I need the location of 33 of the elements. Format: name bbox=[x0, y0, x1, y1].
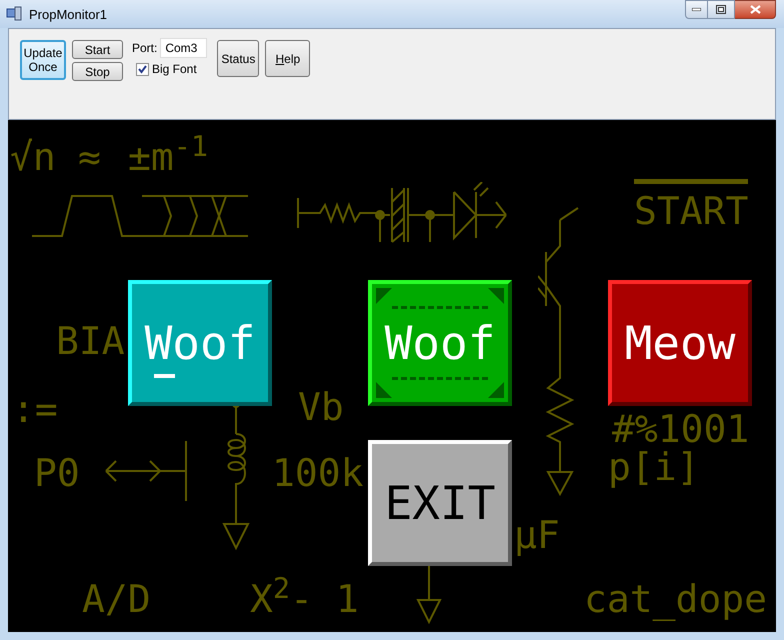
ad-label: A/D bbox=[82, 578, 151, 620]
microfarad-label: µF bbox=[514, 514, 560, 556]
ground-icon bbox=[416, 566, 442, 624]
big-font-label: Big Font bbox=[152, 61, 197, 78]
port-label: Port: bbox=[132, 40, 158, 57]
sqrt-n-label: √n bbox=[10, 136, 56, 178]
status-button[interactable]: Status bbox=[217, 40, 260, 77]
canvas-button[interactable]: EXIT bbox=[368, 440, 512, 566]
approx-label: ≈ bbox=[78, 136, 101, 178]
plus-minus-label: ±m$^{-1}$ bbox=[128, 136, 208, 178]
vb-label: Vb bbox=[298, 386, 344, 428]
minimize-button[interactable] bbox=[685, 0, 708, 19]
help-button[interactable]: Help bbox=[265, 40, 310, 77]
window-title: PropMonitor1 bbox=[29, 6, 108, 24]
stop-button[interactable]: Stop bbox=[72, 62, 123, 81]
canvas-button[interactable]: Meow bbox=[608, 280, 752, 406]
port-field[interactable]: Com3 bbox=[160, 38, 208, 58]
maximize-button[interactable] bbox=[708, 0, 735, 19]
polynomial-label: X$^{2}$- 1 bbox=[250, 578, 359, 620]
start-button[interactable]: Start bbox=[72, 40, 123, 59]
variable-label: cat_dope bbox=[584, 578, 768, 620]
minimize-icon bbox=[692, 8, 701, 11]
update-once-button[interactable]: Update Once bbox=[20, 40, 66, 80]
close-button[interactable] bbox=[735, 0, 776, 19]
resistance-label: 100k bbox=[272, 452, 364, 494]
p0-label: P0 bbox=[34, 452, 80, 494]
start-label: START bbox=[634, 179, 748, 232]
big-font-checkbox[interactable] bbox=[136, 62, 149, 76]
bias-label: BIA bbox=[56, 320, 125, 362]
app-icon bbox=[6, 6, 22, 22]
assign-label: := bbox=[12, 388, 58, 430]
close-icon bbox=[750, 5, 760, 14]
maximize-icon bbox=[716, 5, 726, 14]
